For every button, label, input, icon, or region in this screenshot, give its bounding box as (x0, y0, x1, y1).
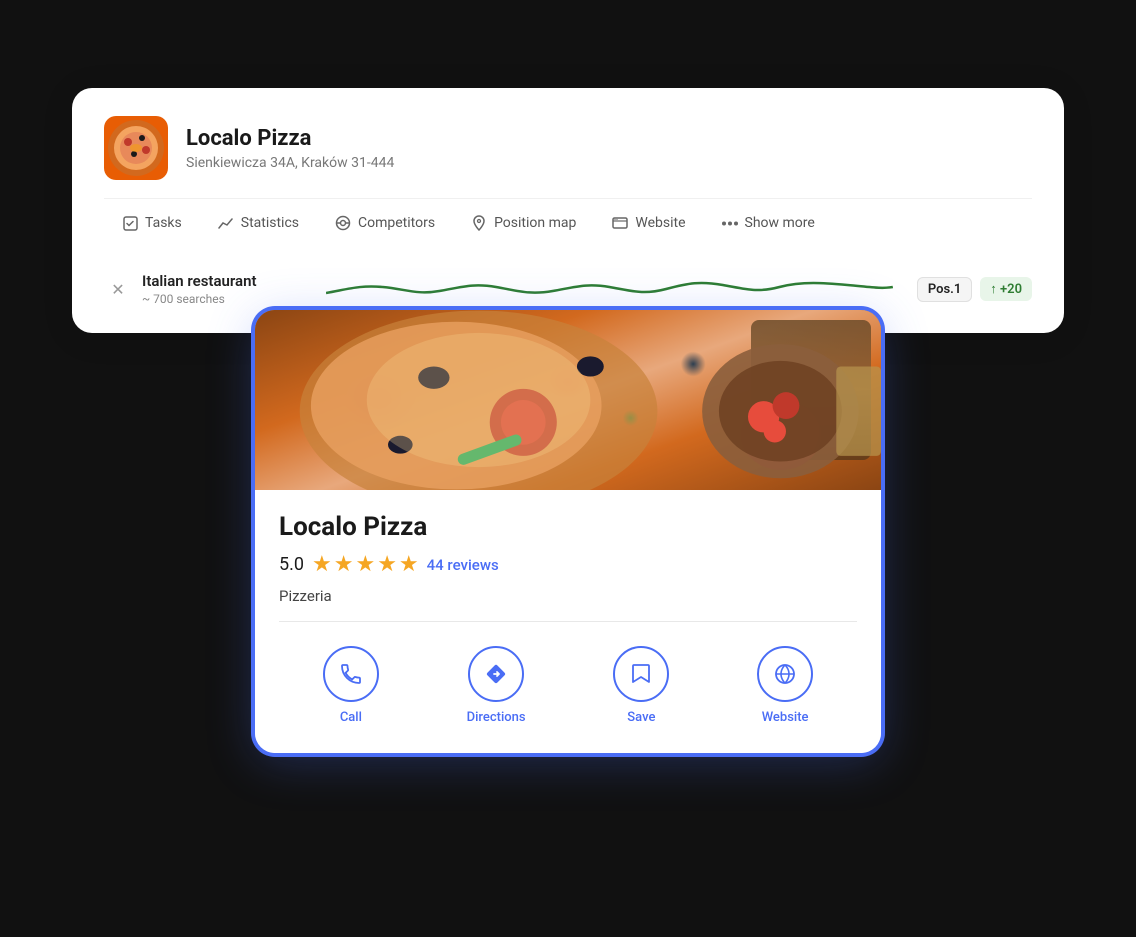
pizza-overlay-svg (255, 310, 881, 490)
business-header: Localo Pizza Sienkiewicza 34A, Kraków 31… (104, 116, 1032, 199)
keyword-info: Italian restaurant ~ 700 searches (142, 272, 302, 306)
google-biz-name: Localo Pizza (279, 512, 857, 542)
save-button[interactable]: Save (613, 646, 669, 725)
star-3: ★ (355, 552, 375, 577)
statistics-icon (218, 215, 234, 231)
reviews-link[interactable]: 44 reviews (427, 556, 499, 574)
tab-statistics[interactable]: Statistics (200, 201, 317, 247)
tab-competitors-label: Competitors (358, 215, 435, 231)
keyword-name: Italian restaurant (142, 272, 302, 290)
directions-icon-circle (468, 646, 524, 702)
tab-competitors[interactable]: Competitors (317, 201, 453, 247)
tab-website[interactable]: Website (594, 201, 703, 247)
chart-svg (326, 265, 893, 313)
management-card: Localo Pizza Sienkiewicza 34A, Kraków 31… (72, 88, 1064, 333)
category: Pizzeria (279, 587, 857, 622)
star-5: ★ (399, 552, 419, 577)
pizza-photo (255, 310, 881, 490)
business-address: Sienkiewicza 34A, Kraków 31-444 (186, 155, 394, 171)
stars: ★ ★ ★ ★ ★ (312, 552, 419, 577)
tab-position-map[interactable]: Position map (453, 201, 594, 247)
save-label: Save (627, 710, 655, 725)
website-label: Website (762, 710, 809, 725)
call-button[interactable]: Call (323, 646, 379, 725)
scene: Localo Pizza Sienkiewicza 34A, Kraków 31… (0, 0, 1136, 937)
keyword-searches: ~ 700 searches (142, 292, 302, 306)
globe-icon (773, 662, 797, 686)
website-button[interactable]: Website (757, 646, 813, 725)
rating-row: 5.0 ★ ★ ★ ★ ★ 44 reviews (279, 552, 857, 577)
website-nav-icon (612, 215, 628, 231)
tasks-icon (122, 215, 138, 231)
directions-label: Directions (467, 710, 526, 725)
business-info: Localo Pizza Sienkiewicza 34A, Kraków 31… (186, 126, 394, 171)
tab-show-more-label: Show more (745, 215, 815, 231)
call-icon-circle (323, 646, 379, 702)
star-1: ★ (312, 552, 332, 577)
tab-tasks-label: Tasks (145, 215, 182, 231)
action-buttons: Call Directions (279, 638, 857, 729)
phone-icon (339, 662, 363, 686)
business-name: Localo Pizza (186, 126, 394, 151)
close-keyword-button[interactable]: ✕ (104, 275, 132, 303)
bookmark-icon (630, 662, 652, 686)
tab-position-map-label: Position map (494, 215, 576, 231)
directions-button[interactable]: Directions (467, 646, 526, 725)
business-logo (104, 116, 168, 180)
tab-statistics-label: Statistics (241, 215, 299, 231)
pizza-logo-icon (104, 116, 168, 180)
tab-tasks[interactable]: Tasks (104, 201, 200, 247)
rating-number: 5.0 (279, 554, 304, 575)
tab-website-label: Website (635, 215, 685, 231)
position-change: ↑ +20 (980, 277, 1032, 301)
competitors-icon (335, 215, 351, 231)
google-card: Localo Pizza 5.0 ★ ★ ★ ★ ★ 44 reviews Pi… (255, 310, 881, 753)
save-icon-circle (613, 646, 669, 702)
position-badge: Pos.1 (917, 277, 972, 302)
website-icon-circle (757, 646, 813, 702)
google-card-body: Localo Pizza 5.0 ★ ★ ★ ★ ★ 44 reviews Pi… (255, 490, 881, 753)
more-icon (722, 215, 738, 231)
star-4: ★ (377, 552, 397, 577)
keyword-chart (326, 265, 893, 313)
pizza-photo-inner (255, 310, 881, 490)
star-2: ★ (334, 552, 354, 577)
directions-icon (483, 661, 509, 687)
position-map-icon (471, 215, 487, 231)
call-label: Call (340, 710, 362, 725)
tab-show-more[interactable]: Show more (704, 201, 833, 247)
nav-tabs: Tasks Statistics Competitors (104, 201, 1032, 247)
